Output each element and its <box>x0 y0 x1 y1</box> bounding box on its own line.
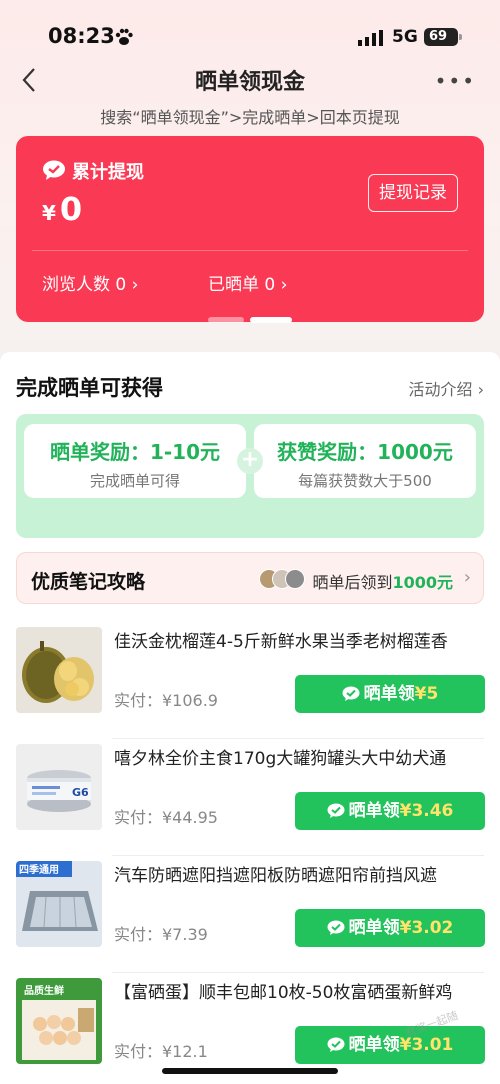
activity-intro-label: 活动介绍 <box>408 380 473 399</box>
carousel-indicator <box>208 308 298 327</box>
rewards-box: 晒单奖励：1-10元 完成晒单可得 获赞奖励：1000元 每篇获赞数大于500 … <box>16 414 484 538</box>
steps-guide: 搜索“晒单领现金”>完成晒单>回本页提现 <box>100 108 400 127</box>
withdraw-record-button[interactable]: 提现记录 <box>368 174 458 212</box>
strategy-amount: 1000元 <box>392 573 453 592</box>
button-label: 晒单领 <box>348 1035 400 1055</box>
navigation-bar: 晒单领现金 ••• <box>0 60 500 100</box>
amount-value: 0 <box>59 190 83 228</box>
eggs-label: 品质生鲜 <box>24 984 64 997</box>
product-item[interactable]: 佳沃金枕榴莲4-5斤新鲜水果当季老树榴莲香 实付：¥106.9 晒单领¥5 <box>16 627 485 739</box>
reward-amount: ¥3.46 <box>399 801 454 821</box>
share-reward-button[interactable]: 晒单领¥3.46 <box>295 792 485 830</box>
status-bar: 08:23 5G 69 <box>0 0 500 60</box>
product-name: 嘻夕林全价主食170g大罐狗罐头大中幼犬通 <box>114 749 447 769</box>
views-count-label: 浏览人数 0 <box>42 275 127 295</box>
battery-level: 69 <box>428 29 448 44</box>
chat-bubble-icon <box>342 686 360 701</box>
like-reward-sub: 每篇获赞数大于500 <box>298 472 432 490</box>
page-title: 晒单领现金 <box>194 70 305 95</box>
product-thumbnail-durian <box>16 627 102 713</box>
product-price: 实付：¥7.39 <box>114 925 208 944</box>
can-label: G6 <box>72 786 89 799</box>
share-reward-button[interactable]: 晒单领¥3.01 <box>295 1026 485 1064</box>
divider <box>112 855 484 856</box>
strategy-text: 晒单后领到1000元 <box>312 569 453 593</box>
paw-icon <box>115 28 133 45</box>
product-name: 汽车防晒遮阳挡遮阳板防晒遮阳帘前挡风遮 <box>114 866 437 886</box>
product-thumbnail-dog-food-can: G6 <box>16 744 102 830</box>
views-count-link[interactable]: 浏览人数 0 › <box>42 270 138 295</box>
rewards-section-title: 完成晒单可获得 <box>16 376 163 400</box>
battery-icon: 69 <box>424 28 462 46</box>
divider <box>112 738 484 739</box>
button-label: 晒单领 <box>348 918 400 938</box>
sunshade-label: 四季通用 <box>19 863 59 876</box>
chat-bubble-icon <box>43 160 65 180</box>
product-name: 【富硒蛋】顺丰包邮10枚-50枚富硒蛋新鲜鸡 <box>114 983 453 1003</box>
product-name: 佳沃金枕榴莲4-5斤新鲜水果当季老树榴莲香 <box>114 632 448 652</box>
plus-icon: + <box>237 448 263 474</box>
reward-amount: ¥3.02 <box>399 918 454 938</box>
chat-bubble-icon <box>327 1037 345 1052</box>
divider <box>112 972 484 973</box>
reward-amount: ¥5 <box>414 684 439 704</box>
product-price: 实付：¥12.1 <box>114 1042 208 1061</box>
like-reward-card: 获赞奖励：1000元 每篇获赞数大于500 <box>254 424 476 498</box>
more-options-icon[interactable]: ••• <box>435 71 476 91</box>
product-price: 实付：¥44.95 <box>114 808 218 827</box>
product-item[interactable]: 四季通用 汽车防晒遮阳挡遮阳板防晒遮阳帘前挡风遮 实付：¥7.39 晒单领¥3.… <box>16 861 485 973</box>
button-label: 晒单领 <box>348 801 400 821</box>
chat-bubble-icon <box>327 803 345 818</box>
network-label: 5G <box>392 27 418 47</box>
product-thumbnail-eggs: 品质生鲜 <box>16 978 102 1064</box>
activity-intro-link[interactable]: 活动介绍 › <box>409 376 485 400</box>
currency-symbol: ¥ <box>42 201 56 225</box>
status-time: 08:23 <box>48 24 115 48</box>
share-reward-button[interactable]: 晒单领¥3.02 <box>295 909 485 947</box>
shared-count-label: 已晒单 0 <box>208 275 276 295</box>
total-withdraw-label: 累计提现 <box>72 162 144 183</box>
divider <box>32 250 468 251</box>
withdraw-summary-card: 累计提现 ¥0 提现记录 浏览人数 0 › 已晒单 0 › <box>16 136 484 323</box>
chevron-right-icon: › <box>463 567 471 588</box>
signal-icon <box>358 30 383 46</box>
chat-bubble-icon <box>327 920 345 935</box>
product-item[interactable]: G6 嘻夕林全价主食170g大罐狗罐头大中幼犬通 实付：¥44.95 晒单领¥3… <box>16 744 485 856</box>
share-reward-button[interactable]: 晒单领¥5 <box>295 675 485 713</box>
share-reward-card: 晒单奖励：1-10元 完成晒单可得 <box>24 424 246 498</box>
home-indicator[interactable] <box>162 1068 338 1074</box>
share-reward-title: 晒单奖励：1-10元 <box>49 440 221 464</box>
total-withdraw-amount: ¥0 <box>42 190 82 228</box>
strategy-text-prefix: 晒单后领到 <box>312 573 393 592</box>
shared-count-link[interactable]: 已晒单 0 › <box>208 270 287 295</box>
product-thumbnail-car-sunshade: 四季通用 <box>16 861 102 947</box>
product-price: 实付：¥106.9 <box>114 691 218 710</box>
share-reward-sub: 完成晒单可得 <box>89 472 180 490</box>
note-strategy-banner[interactable]: 优质笔记攻略 晒单后领到1000元 › <box>16 552 484 604</box>
like-reward-title: 获赞奖励：1000元 <box>277 440 453 464</box>
avatar <box>285 569 305 589</box>
strategy-title: 优质笔记攻略 <box>31 571 146 593</box>
button-label: 晒单领 <box>363 684 415 704</box>
